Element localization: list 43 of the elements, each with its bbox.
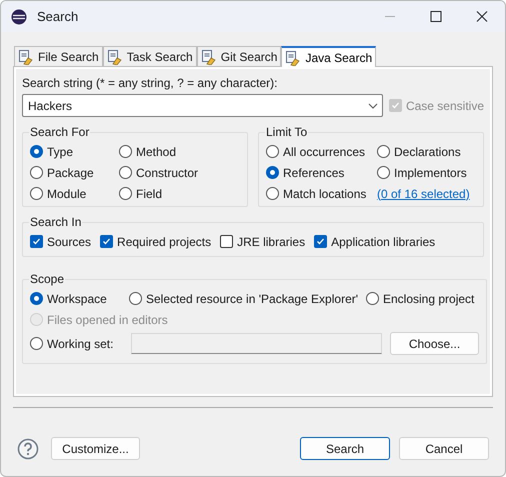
window-title: Search [37,8,78,26]
tab[interactable]: Task Search [102,46,197,66]
customize-button[interactable]: Customize... [51,437,140,460]
checkmark-icon [390,101,400,110]
chevron-down-icon [368,102,378,108]
radio-option[interactable]: Module [30,183,119,204]
tab[interactable]: Java Search [281,46,376,67]
help-icon[interactable] [17,438,39,460]
checkbox-option[interactable]: Required projects [100,231,212,252]
radio-option[interactable]: Implementors [377,162,476,183]
radio-option[interactable]: Working set: [30,333,131,354]
group-title: Scope [29,271,66,288]
search-button[interactable]: Search [300,437,390,460]
selected-count-link[interactable]: (0 of 16 selected) [377,183,476,204]
group-title: Limit To [265,124,308,141]
group-title: Search In [29,214,82,231]
tab[interactable]: Git Search [196,46,282,66]
working-set-field[interactable] [131,333,382,354]
radio-option[interactable]: Enclosing project [366,288,474,309]
checkbox-option[interactable]: Sources [30,231,92,252]
radio-option[interactable]: Constructor [119,162,240,183]
checkmark-icon [102,237,112,246]
radio-option[interactable]: References [266,162,377,183]
tab[interactable]: File Search [14,46,103,66]
radio-option[interactable]: Declarations [377,141,476,162]
radio-option[interactable]: Workspace [30,288,129,309]
radio-option[interactable]: All occurrences [266,141,377,162]
radio-option[interactable]: Field [119,183,240,204]
field-label: Search string (* = any string, ? = any character): [22,75,278,92]
group-title: Search For [29,124,90,141]
checkmark-icon [316,237,326,246]
radio-option[interactable]: Type [30,141,119,162]
search-string-combobox[interactable]: Hackers [22,94,383,117]
choose-button[interactable]: Choose... [390,332,479,355]
checkbox-option[interactable]: JRE libraries [220,231,306,252]
checkmark-icon [32,237,41,246]
radio-option[interactable]: Package [30,162,119,183]
checkbox-option[interactable]: Application libraries [314,231,436,252]
radio-option[interactable]: Match locations [266,183,377,204]
cancel-button[interactable]: Cancel [399,437,489,460]
radio-option[interactable]: Method [119,141,240,162]
app-logo-icon [11,8,27,24]
radio-option[interactable]: Selected resource in 'Package Explorer' [129,288,366,309]
